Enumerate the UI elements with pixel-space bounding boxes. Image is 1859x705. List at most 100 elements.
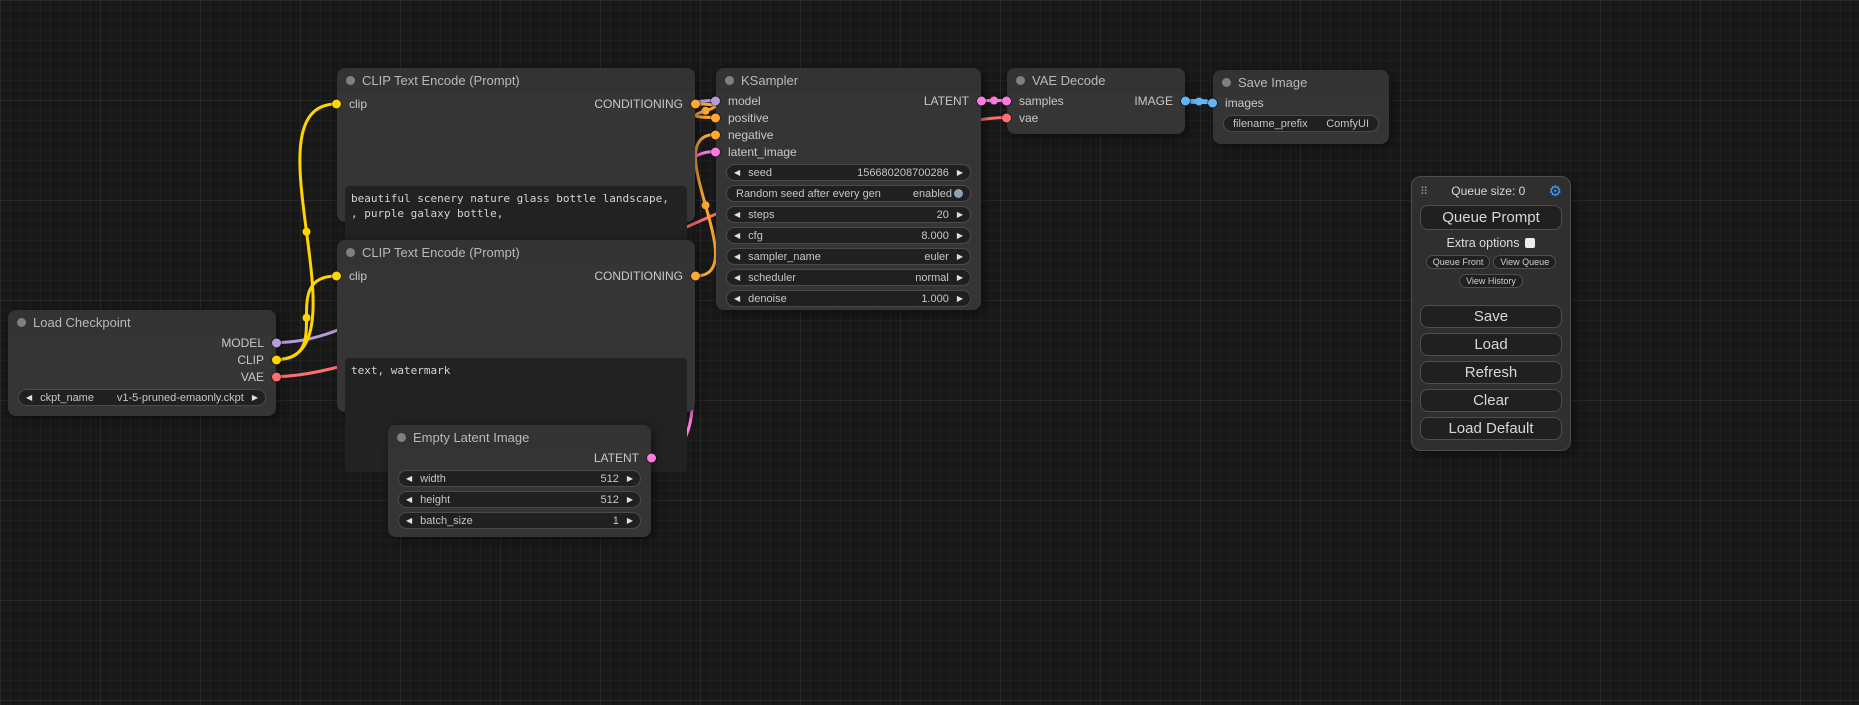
widget-ckpt-name[interactable]: ◀ ckpt_name v1-5-pruned-emaonly.ckpt ▶ — [18, 389, 266, 406]
increment-arrow-icon[interactable]: ▶ — [957, 211, 963, 219]
drag-handle-icon[interactable]: ⠿ — [1420, 185, 1428, 198]
clear-button[interactable]: Clear — [1420, 389, 1562, 412]
output-port-clip[interactable] — [272, 355, 281, 364]
output-port-latent[interactable] — [647, 453, 656, 462]
increment-arrow-icon[interactable]: ▶ — [957, 295, 963, 303]
refresh-button[interactable]: Refresh — [1420, 361, 1562, 384]
decrement-arrow-icon[interactable]: ◀ — [26, 394, 32, 402]
node-title-bar[interactable]: Save Image — [1213, 70, 1389, 94]
output-port-conditioning[interactable] — [691, 100, 700, 109]
decrement-arrow-icon[interactable]: ◀ — [406, 496, 412, 504]
widget-denoise[interactable]: ◀ denoise 1.000 ▶ — [726, 290, 971, 307]
increment-arrow-icon[interactable]: ▶ — [957, 274, 963, 282]
widget-seed[interactable]: ◀ seed 156680208700286 ▶ — [726, 164, 971, 181]
output-port-latent[interactable] — [977, 96, 986, 105]
widget-value: euler — [924, 251, 948, 263]
graph-canvas[interactable]: CLIP Text Encode (Prompt) clip CONDITION… — [0, 0, 1859, 705]
increment-arrow-icon[interactable]: ▶ — [957, 169, 963, 177]
collapse-dot-icon[interactable] — [1016, 76, 1025, 85]
queue-front-button[interactable]: Queue Front — [1426, 255, 1491, 269]
increment-arrow-icon[interactable]: ▶ — [252, 394, 258, 402]
output-label: IMAGE — [1134, 94, 1173, 108]
output-port-conditioning[interactable] — [691, 272, 700, 281]
collapse-dot-icon[interactable] — [725, 76, 734, 85]
input-label: vae — [1019, 111, 1038, 125]
node-title-label: KSampler — [741, 73, 798, 88]
widget-value: 20 — [937, 209, 949, 221]
widget-label: sampler_name — [748, 251, 821, 263]
input-port-positive[interactable] — [711, 113, 720, 122]
input-port-negative[interactable] — [711, 130, 720, 139]
output-port-vae[interactable] — [272, 372, 281, 381]
increment-arrow-icon[interactable]: ▶ — [627, 496, 633, 504]
toggle-dot-icon[interactable] — [954, 189, 963, 198]
node-save-image[interactable]: Save Image images filename_prefix ComfyU… — [1213, 70, 1389, 144]
input-port-samples[interactable] — [1002, 96, 1011, 105]
widget-scheduler[interactable]: ◀ scheduler normal ▶ — [726, 269, 971, 286]
widget-height[interactable]: ◀ height 512 ▶ — [398, 491, 641, 508]
node-title-bar[interactable]: CLIP Text Encode (Prompt) — [337, 68, 695, 92]
decrement-arrow-icon[interactable]: ◀ — [734, 211, 740, 219]
widget-steps[interactable]: ◀ steps 20 ▶ — [726, 206, 971, 223]
widget-value: 512 — [600, 473, 618, 485]
widget-value: 1.000 — [921, 293, 949, 305]
node-title-bar[interactable]: Load Checkpoint — [8, 310, 276, 334]
input-port-images[interactable] — [1208, 98, 1217, 107]
node-title-bar[interactable]: VAE Decode — [1007, 68, 1185, 92]
collapse-dot-icon[interactable] — [17, 318, 26, 327]
widget-label: width — [420, 473, 446, 485]
widget-cfg[interactable]: ◀ cfg 8.000 ▶ — [726, 227, 971, 244]
widget-batch-size[interactable]: ◀ batch_size 1 ▶ — [398, 512, 641, 529]
node-title-bar[interactable]: CLIP Text Encode (Prompt) — [337, 240, 695, 264]
widget-label: height — [420, 494, 450, 506]
increment-arrow-icon[interactable]: ▶ — [627, 475, 633, 483]
settings-gear-icon[interactable]: ⚙ — [1549, 184, 1562, 199]
node-ksampler[interactable]: KSampler model LATENT positive negative … — [716, 68, 981, 310]
decrement-arrow-icon[interactable]: ◀ — [734, 169, 740, 177]
view-queue-button[interactable]: View Queue — [1493, 255, 1556, 269]
collapse-dot-icon[interactable] — [346, 76, 355, 85]
collapse-dot-icon[interactable] — [1222, 78, 1231, 87]
load-default-button[interactable]: Load Default — [1420, 417, 1562, 440]
widget-label: denoise — [748, 293, 787, 305]
input-port-model[interactable] — [711, 96, 720, 105]
widget-value: 156680208700286 — [857, 167, 949, 179]
node-clip-text-encode-negative[interactable]: CLIP Text Encode (Prompt) clip CONDITION… — [337, 240, 695, 412]
input-port-clip[interactable] — [332, 272, 341, 281]
node-title-bar[interactable]: Empty Latent Image — [388, 425, 651, 449]
node-load-checkpoint[interactable]: Load Checkpoint MODEL CLIP VAE ◀ ckpt_na… — [8, 310, 276, 416]
increment-arrow-icon[interactable]: ▶ — [957, 253, 963, 261]
decrement-arrow-icon[interactable]: ◀ — [734, 232, 740, 240]
widget-random-seed-toggle[interactable]: Random seed after every gen enabled — [726, 185, 971, 202]
decrement-arrow-icon[interactable]: ◀ — [734, 253, 740, 261]
widget-sampler-name[interactable]: ◀ sampler_name euler ▶ — [726, 248, 971, 265]
extra-options-checkbox[interactable] — [1525, 238, 1535, 248]
queue-prompt-button[interactable]: Queue Prompt — [1420, 205, 1562, 230]
node-title-label: Empty Latent Image — [413, 430, 529, 445]
decrement-arrow-icon[interactable]: ◀ — [734, 274, 740, 282]
node-empty-latent-image[interactable]: Empty Latent Image LATENT ◀ width 512 ▶ … — [388, 425, 651, 537]
collapse-dot-icon[interactable] — [397, 433, 406, 442]
node-vae-decode[interactable]: VAE Decode samples IMAGE vae — [1007, 68, 1185, 134]
decrement-arrow-icon[interactable]: ◀ — [734, 295, 740, 303]
view-history-button[interactable]: View History — [1459, 274, 1523, 288]
node-clip-text-encode-positive[interactable]: CLIP Text Encode (Prompt) clip CONDITION… — [337, 68, 695, 222]
node-title-bar[interactable]: KSampler — [716, 68, 981, 92]
widget-width[interactable]: ◀ width 512 ▶ — [398, 470, 641, 487]
node-title-label: Load Checkpoint — [33, 315, 131, 330]
input-port-vae[interactable] — [1002, 113, 1011, 122]
increment-arrow-icon[interactable]: ▶ — [957, 232, 963, 240]
collapse-dot-icon[interactable] — [346, 248, 355, 257]
widget-filename-prefix[interactable]: filename_prefix ComfyUI — [1223, 115, 1379, 132]
save-button[interactable]: Save — [1420, 305, 1562, 328]
widget-label: Random seed after every gen — [736, 188, 881, 200]
decrement-arrow-icon[interactable]: ◀ — [406, 517, 412, 525]
node-title-label: CLIP Text Encode (Prompt) — [362, 245, 520, 260]
input-port-latent-image[interactable] — [711, 147, 720, 156]
output-port-image[interactable] — [1181, 96, 1190, 105]
increment-arrow-icon[interactable]: ▶ — [627, 517, 633, 525]
load-button[interactable]: Load — [1420, 333, 1562, 356]
input-port-clip[interactable] — [332, 100, 341, 109]
output-port-model[interactable] — [272, 338, 281, 347]
decrement-arrow-icon[interactable]: ◀ — [406, 475, 412, 483]
